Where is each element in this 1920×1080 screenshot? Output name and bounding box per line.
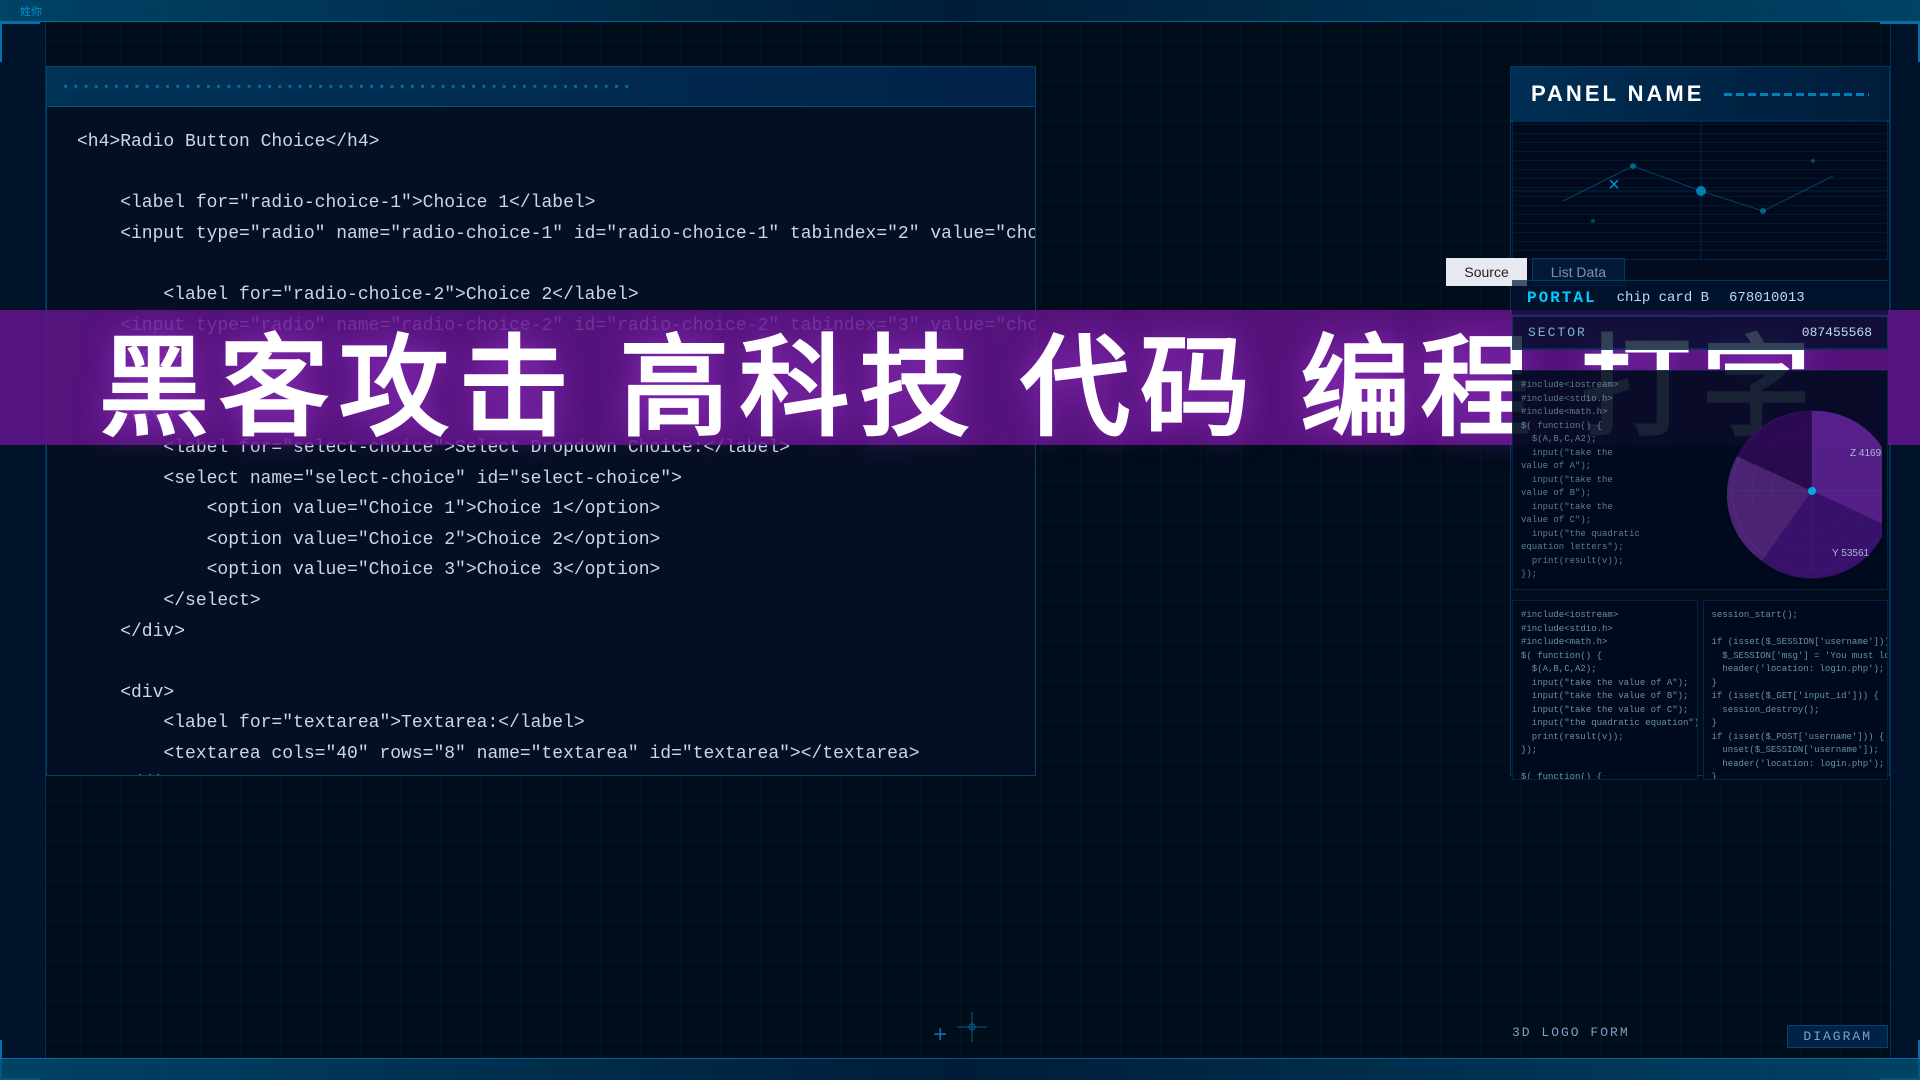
pie-chart-svg: Z 41693 Y 53561 xyxy=(1702,381,1882,581)
code-block-right: session_start(); if (isset($_SESSION['us… xyxy=(1703,600,1889,780)
chart-area: #include<iostream> #include<stdio.h> #in… xyxy=(1512,370,1888,590)
panel-header: PANEL NAME xyxy=(1511,67,1889,122)
code-panel-header-text: ▪▪▪▪▪▪▪▪▪▪▪▪▪▪▪▪▪▪▪▪▪▪▪▪▪▪▪▪▪▪▪▪▪▪▪▪▪▪▪▪… xyxy=(62,80,633,94)
code-blocks-right: #include<iostream> #include<stdio.h> #in… xyxy=(1512,600,1888,780)
code-block-left: #include<iostream> #include<stdio.h> #in… xyxy=(1512,600,1698,780)
mini-code-right: session_start(); if (isset($_SESSION['us… xyxy=(1712,609,1880,780)
sector-value: 087455568 xyxy=(1802,325,1872,340)
mini-code-left: #include<iostream> #include<stdio.h> #in… xyxy=(1521,609,1689,780)
close-button[interactable]: × xyxy=(1608,175,1620,198)
corner-decoration-tr xyxy=(1880,22,1920,62)
panel-decorline xyxy=(1724,93,1869,96)
side-bar-left xyxy=(0,22,46,1058)
chart-left-code: #include<iostream> #include<stdio.h> #in… xyxy=(1513,371,1653,589)
bottom-labels: 3D LOGO FORM DIAGRAM xyxy=(1512,1025,1888,1048)
chart-code-text: #include<iostream> #include<stdio.h> #in… xyxy=(1521,379,1645,589)
deco-map-area xyxy=(1512,120,1888,260)
bottom-label-right: DIAGRAM xyxy=(1787,1025,1888,1048)
crosshair xyxy=(933,1012,987,1050)
portal-code: 678010013 xyxy=(1729,290,1805,306)
sector-area: SECTOR 087455568 xyxy=(1512,316,1888,350)
portal-row: PORTAL chip card B 678010013 xyxy=(1512,280,1888,315)
svg-text:Z 41693: Z 41693 xyxy=(1850,448,1882,459)
crosshair-svg xyxy=(957,1012,987,1042)
side-bar-right xyxy=(1890,22,1920,1058)
bottom-label-left: 3D LOGO FORM xyxy=(1512,1025,1630,1048)
sector-label: SECTOR xyxy=(1528,325,1587,340)
bottom-bar xyxy=(0,1058,1920,1080)
sector-header: SECTOR 087455568 xyxy=(1513,317,1887,349)
corner-decoration-tl xyxy=(0,22,40,62)
top-bar: 姓你 xyxy=(0,0,1920,22)
portal-label: PORTAL xyxy=(1527,289,1597,307)
top-bar-text: 姓你 xyxy=(20,3,42,19)
code-panel-header: ▪▪▪▪▪▪▪▪▪▪▪▪▪▪▪▪▪▪▪▪▪▪▪▪▪▪▪▪▪▪▪▪▪▪▪▪▪▪▪▪… xyxy=(47,67,1035,107)
portal-chip-card: chip card B xyxy=(1617,290,1709,306)
svg-text:Y 53561: Y 53561 xyxy=(1832,548,1870,559)
map-svg xyxy=(1513,121,1888,260)
panel-name-label: PANEL NAME xyxy=(1531,81,1704,107)
